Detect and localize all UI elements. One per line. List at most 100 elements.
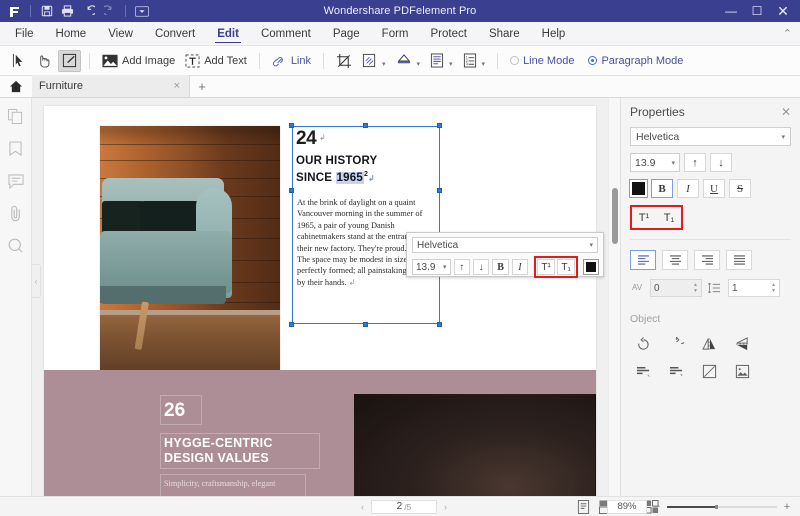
crop-button[interactable] [332,50,356,72]
menu-share[interactable]: Share [478,22,531,46]
properties-close-icon[interactable]: ✕ [781,105,791,119]
properties-increase-size-button[interactable]: ↑ [684,153,706,172]
rotate-counterclockwise-icon[interactable] [630,334,656,354]
minimize-button[interactable]: — [718,1,744,21]
handle-top-right[interactable] [437,123,442,128]
properties-strikethrough-button[interactable]: S [729,179,751,198]
single-page-view-button[interactable] [575,499,591,514]
maximize-button[interactable]: ☐ [744,1,770,21]
bates-caret-icon[interactable]: ▾ [482,60,486,68]
floating-font-name-select[interactable]: Helvetica ▾ [412,237,598,253]
panel-collapse-handle[interactable]: ‹ [32,264,41,298]
floating-subscript-button[interactable]: T₁ [557,259,576,275]
dark-photo[interactable] [354,394,596,496]
floating-font-caret-icon[interactable]: ▾ [589,241,593,249]
distribute-objects-icon[interactable] [663,361,689,381]
header-footer-button[interactable]: ▾ [426,50,457,72]
previous-page-button[interactable]: ‹ [358,502,367,512]
align-objects-icon[interactable] [630,361,656,381]
edit-tool-button[interactable] [58,49,81,72]
zoom-slider-knob[interactable] [715,504,718,509]
properties-italic-button[interactable]: I [677,179,699,198]
pdf-page[interactable]: 26 HYGGE-CENTRIC DESIGN VALUES Simplicit… [44,106,596,496]
properties-text-color-swatch[interactable] [629,179,648,198]
char-spacing-input[interactable]: 0 ▲ ▼ [650,279,702,297]
thumbnails-icon[interactable] [7,108,25,126]
background-caret-icon[interactable]: ▾ [417,60,421,68]
menu-protect[interactable]: Protect [420,22,478,46]
floating-decrease-size-button[interactable]: ↓ [472,259,490,275]
floating-size-caret-icon[interactable]: ▾ [443,263,447,271]
page-number-input[interactable]: 2 /5 [371,499,437,514]
handle-bottom-center[interactable] [363,322,368,327]
home-icon[interactable] [0,75,32,97]
menu-comment[interactable]: Comment [250,22,322,46]
background-button[interactable]: ▾ [392,50,425,72]
new-tab-button[interactable]: + [190,75,214,97]
line-spacing-input[interactable]: 1 ▲ ▼ [728,279,780,297]
print-icon[interactable] [58,2,77,20]
save-icon[interactable] [37,2,56,20]
menu-help[interactable]: Help [531,22,577,46]
next-page-button[interactable]: › [441,502,450,512]
properties-superscript-button[interactable]: T¹ [633,208,655,227]
viewport-scroll-thumb[interactable] [612,188,618,244]
hand-tool-button[interactable] [33,50,56,72]
link-button[interactable]: Link [268,50,315,72]
selected-text-block[interactable]: 24 ↲ OUR HISTORY SINCE 19652↲ At the brin… [289,123,442,327]
menu-convert[interactable]: Convert [144,22,206,46]
zoom-in-button[interactable]: + [782,501,792,513]
menu-file[interactable]: File [4,22,45,46]
char-spacing-steppers[interactable]: ▲ ▼ [693,282,698,294]
attachments-icon[interactable] [7,204,25,222]
menu-form[interactable]: Form [371,22,420,46]
align-center-button[interactable] [662,250,688,270]
watermark-caret-icon[interactable]: ▾ [382,60,386,68]
tab-close-icon[interactable]: × [172,80,182,92]
bookmarks-icon[interactable] [7,140,25,158]
flip-vertical-icon[interactable] [729,334,755,354]
sofa-photo[interactable] [100,126,280,376]
search-icon[interactable] [7,236,25,254]
handle-middle-left[interactable] [289,188,294,193]
watermark-button[interactable]: ▾ [358,50,390,72]
properties-font-name-select[interactable]: Helvetica ▾ [630,127,791,146]
properties-font-caret-icon[interactable]: ▾ [781,133,785,141]
viewport-vertical-scrollbar[interactable] [608,98,620,496]
floating-increase-size-button[interactable]: ↑ [453,259,470,275]
add-image-button[interactable]: Add Image [98,50,179,72]
handle-top-left[interactable] [289,123,294,128]
line-mode-radio-dot[interactable] [510,56,520,65]
select-tool-button[interactable] [8,50,31,72]
floating-text-color-swatch[interactable] [583,259,600,275]
floating-font-size-select[interactable]: 13.9 ▾ [412,259,451,275]
align-justify-button[interactable] [726,250,752,270]
properties-decrease-size-button[interactable]: ↓ [710,153,732,172]
handle-bottom-left[interactable] [289,322,294,327]
bates-numbering-button[interactable]: 123 ▾ [459,50,490,72]
floating-font-toolbar[interactable]: Helvetica ▾ 13.9 ▾ ↑ ↓ B I T¹ T₁ [406,232,604,278]
properties-subscript-button[interactable]: T₁ [658,208,680,227]
close-button[interactable]: ✕ [770,1,796,21]
header-footer-caret-icon[interactable]: ▾ [449,60,453,68]
zoom-slider[interactable] [667,504,777,509]
redo-icon[interactable] [100,2,119,20]
properties-bold-button[interactable]: B [651,179,673,198]
paragraph-mode-radio-dot[interactable] [588,56,598,65]
floating-superscript-button[interactable]: T¹ [537,259,556,275]
align-right-button[interactable] [694,250,720,270]
flip-horizontal-icon[interactable] [696,334,722,354]
menu-home[interactable]: Home [45,22,98,46]
zoom-out-button[interactable]: − [652,501,662,513]
crop-object-icon[interactable] [696,361,722,381]
add-text-button[interactable]: Add Text [181,50,251,72]
properties-font-size-select[interactable]: 13.9 ▾ [630,153,680,172]
comments-icon[interactable] [7,172,25,190]
line-spacing-steppers[interactable]: ▲ ▼ [771,282,776,294]
customize-quick-access-icon[interactable] [132,2,151,20]
collapse-ribbon-icon[interactable]: ⌃ [783,27,800,40]
menu-view[interactable]: View [97,22,144,46]
align-left-button[interactable] [630,250,656,270]
menu-page[interactable]: Page [322,22,371,46]
floating-italic-button[interactable]: I [511,259,529,275]
